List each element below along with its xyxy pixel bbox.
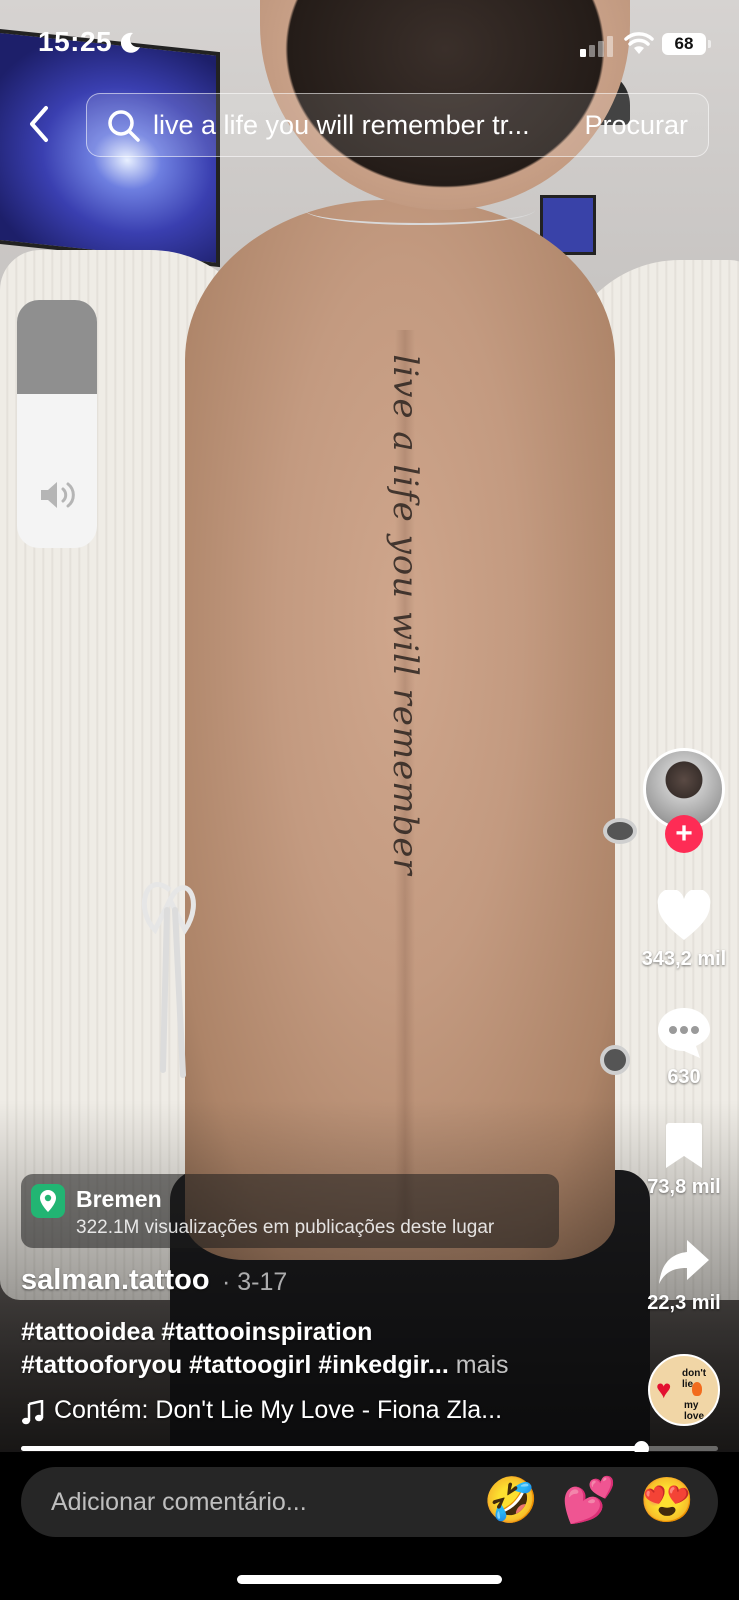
status-time: 15:25 (38, 26, 113, 57)
location-pin-icon (31, 1184, 65, 1218)
location-views: 322.1M visualizações em publicações dest… (76, 1217, 495, 1238)
emoji-heart-eyes-button[interactable]: 😍 (639, 1473, 695, 1529)
tattoo-script: live a life you will remember (385, 354, 425, 876)
bookmark-icon (666, 1123, 702, 1168)
music-note-icon (22, 1400, 44, 1425)
battery-tip (708, 40, 711, 48)
heart-icon: ♥ (656, 1374, 672, 1404)
comment-button[interactable]: 630 (634, 1006, 734, 1089)
share-count: 22,3 mil (647, 1292, 721, 1314)
emoji-hearts-button[interactable]: 💕 (561, 1473, 617, 1529)
speaker-icon (41, 482, 75, 508)
back-button[interactable] (22, 102, 58, 146)
sweater-button (600, 1045, 630, 1075)
search-button[interactable]: Procurar (584, 110, 688, 141)
comment-bubble-icon (658, 1008, 710, 1058)
comment-input[interactable] (51, 1483, 451, 1521)
post-date: · 3-17 (222, 1268, 288, 1296)
music-disc[interactable]: ♥ don't lie my love (648, 1354, 720, 1426)
search-icon (108, 110, 140, 142)
volume-slider[interactable] (17, 300, 97, 548)
location-name: Bremen (76, 1186, 162, 1212)
cellular-signal-icon (580, 36, 613, 57)
necklace (305, 195, 535, 225)
comment-count: 630 (667, 1066, 701, 1088)
moon-icon (120, 32, 140, 53)
sweater-button (603, 818, 637, 844)
share-button[interactable]: 22,3 mil (634, 1238, 734, 1315)
location-tag[interactable]: Bremen 322.1M visualizações em publicaçõ… (21, 1174, 559, 1248)
creator-username[interactable]: salman.tattoo (21, 1264, 210, 1297)
disc-label: don't lie (682, 1368, 707, 1390)
video-progress-fill (21, 1446, 642, 1451)
share-arrow-icon (659, 1240, 709, 1284)
comment-bar[interactable]: 🤣 💕 😍 (21, 1467, 718, 1537)
caption-hashtags[interactable]: #tattooidea #tattooinspiration (21, 1318, 372, 1347)
follow-button[interactable]: + (665, 815, 703, 853)
save-count: 73,8 mil (647, 1176, 721, 1198)
battery-indicator: 68 (662, 33, 706, 55)
rhinestone-bow (141, 882, 196, 1078)
heart-icon (657, 890, 711, 940)
caption-hashtags[interactable]: #tattooforyou #tattoogirl #inkedgir... m… (21, 1351, 509, 1380)
search-bar[interactable]: live a life you will remember tr... Proc… (86, 93, 709, 157)
search-query[interactable]: live a life you will remember tr... (153, 110, 553, 141)
emoji-rofl-button[interactable]: 🤣 (483, 1473, 539, 1529)
disc-label: my love (684, 1400, 705, 1422)
save-button[interactable]: 73,8 mil (634, 1122, 734, 1199)
wifi-icon (624, 32, 654, 54)
like-count: 343,2 mil (641, 948, 727, 970)
caption-text: #tattooforyou #tattoogirl #inkedgir... (21, 1351, 449, 1379)
like-button[interactable]: 343,2 mil (634, 890, 734, 971)
more-link[interactable]: mais (449, 1351, 509, 1379)
home-indicator[interactable] (237, 1575, 502, 1584)
music-title[interactable]: Contém: Don't Lie My Love - Fiona Zla... (54, 1396, 502, 1425)
video-progress-bar[interactable] (21, 1441, 718, 1456)
volume-slider-empty (17, 300, 97, 395)
